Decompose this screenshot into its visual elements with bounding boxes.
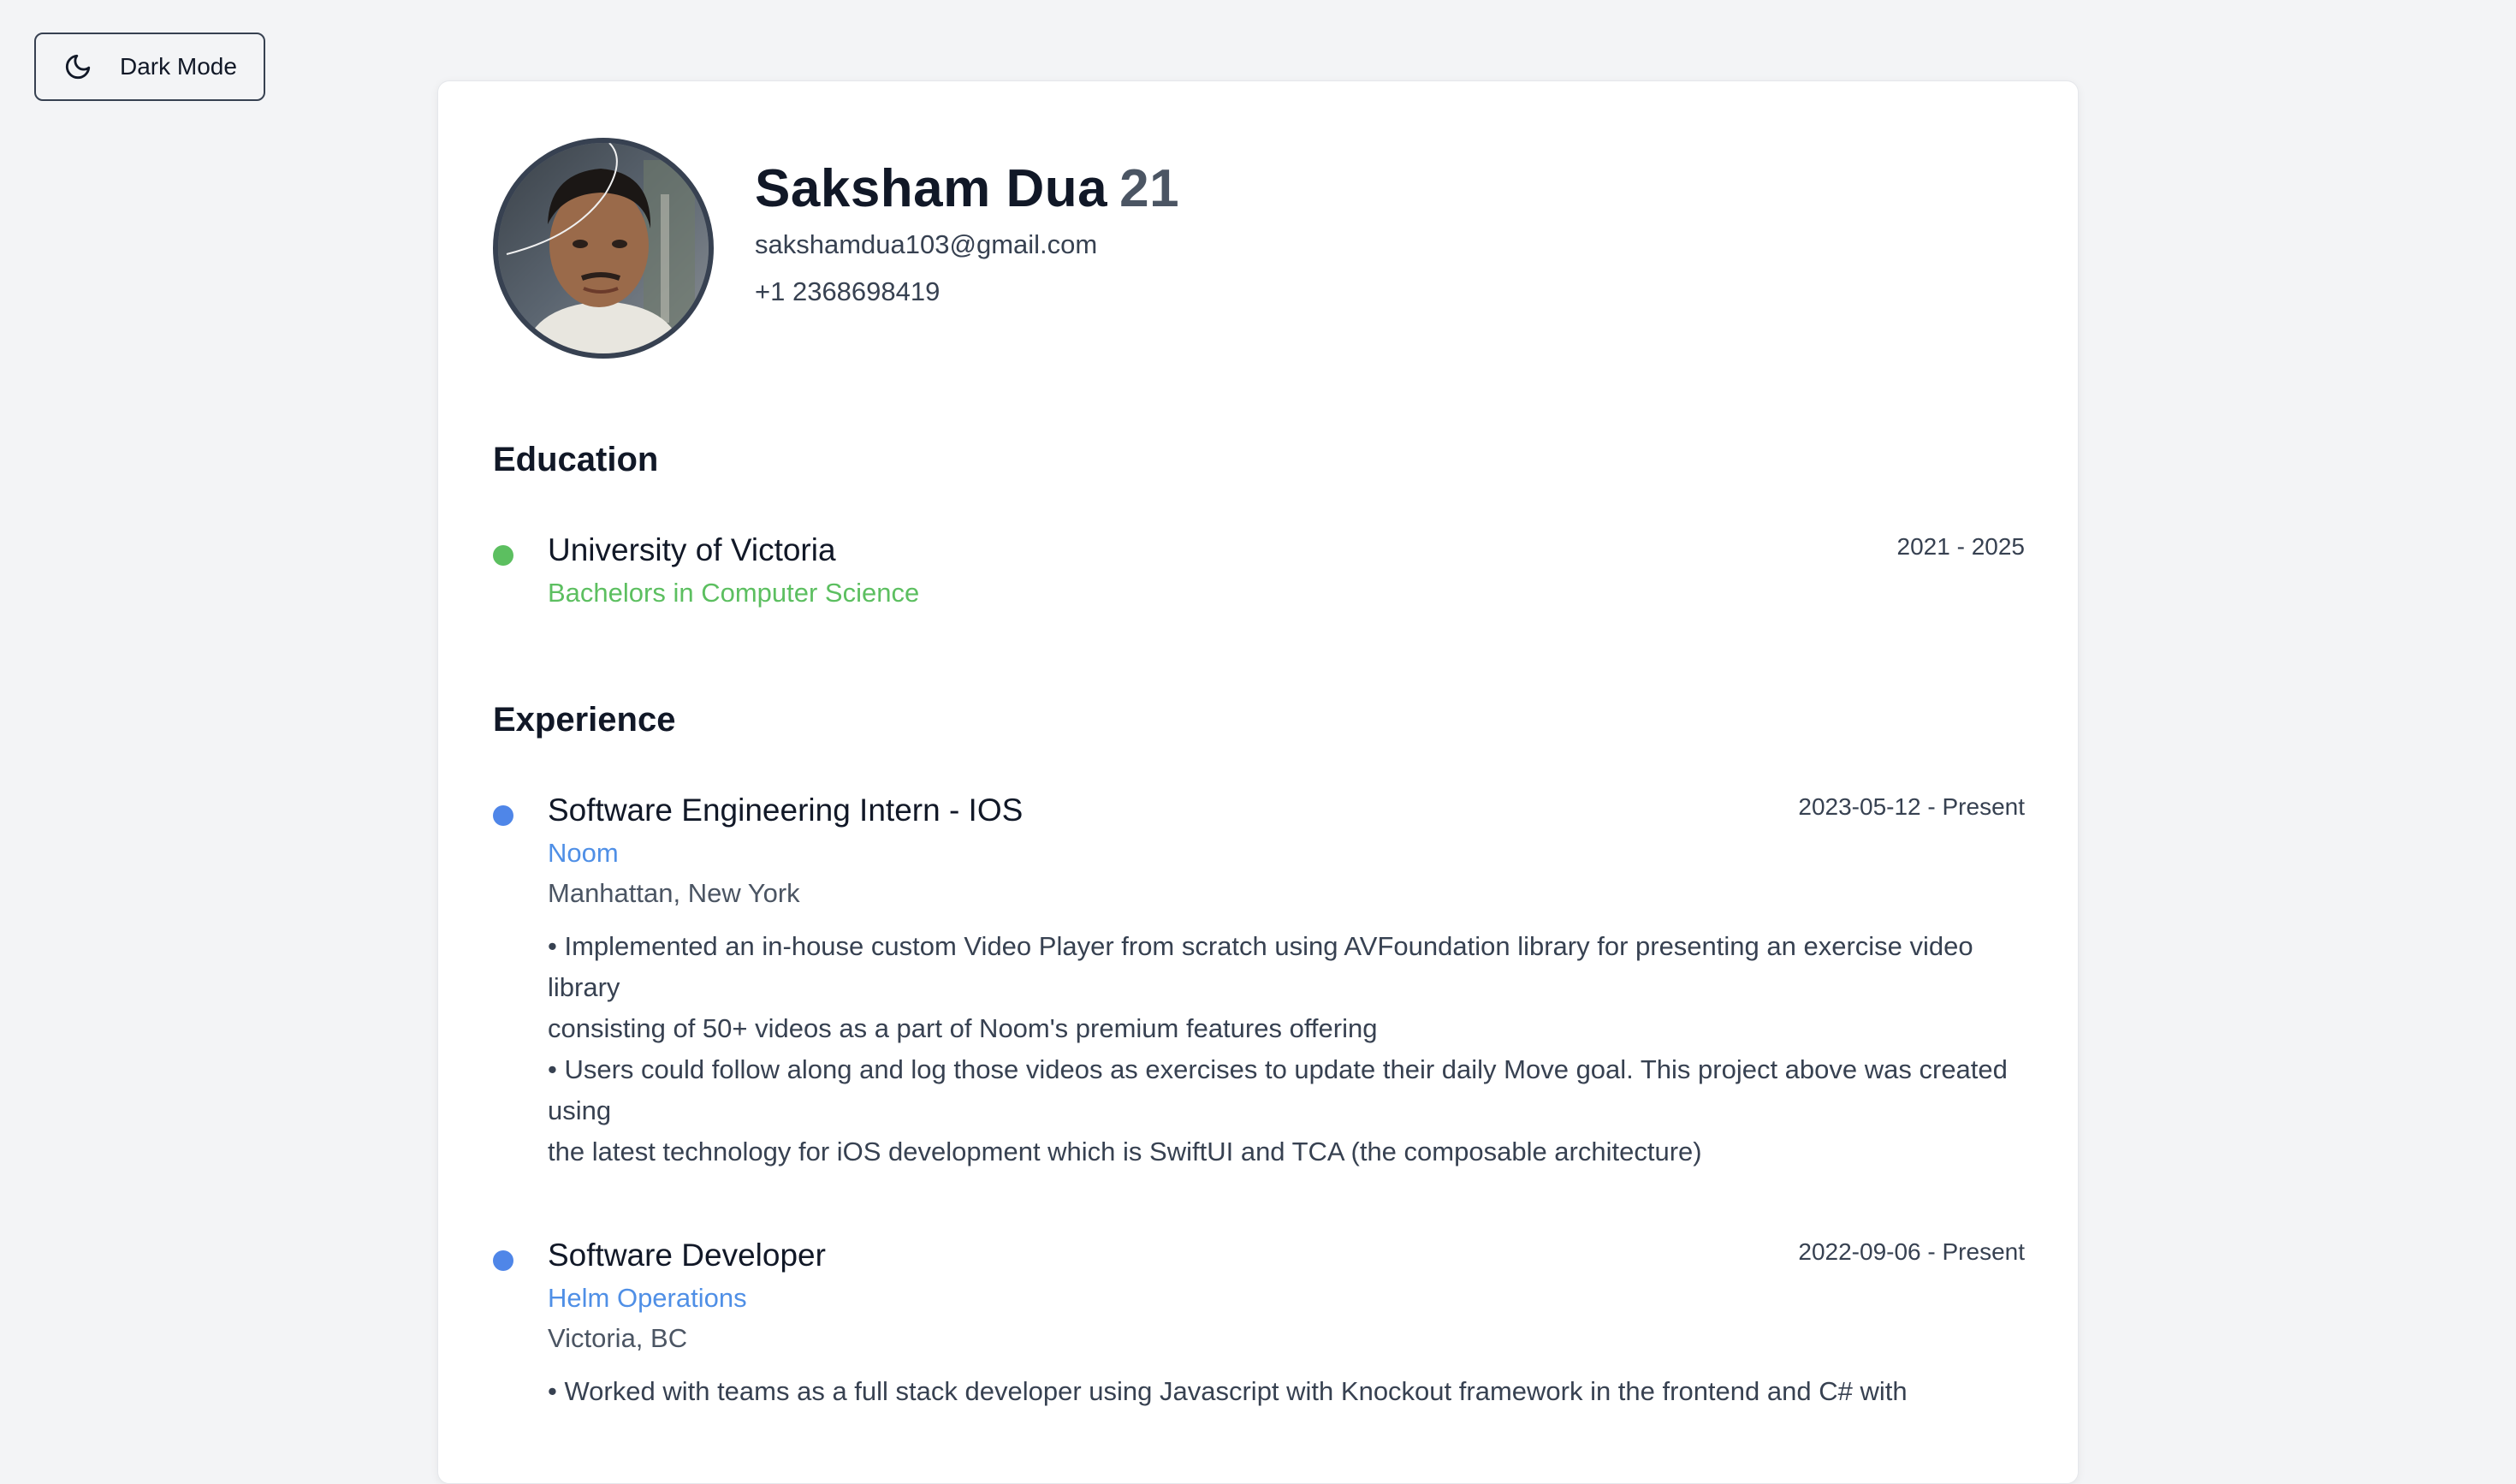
experience-dot [493, 805, 513, 826]
profile-name: Saksham Dua [755, 159, 1108, 218]
dark-mode-button[interactable]: Dark Mode [34, 33, 265, 101]
experience-dot [493, 1250, 513, 1271]
avatar [493, 138, 714, 359]
experience-dates: 2022-09-06 - Present [1798, 1238, 2025, 1265]
experience-item: 2023-05-12 - Present Software Engineerin… [493, 792, 2025, 1172]
experience-heading: Experience [493, 701, 676, 739]
profile-header: Saksham Dua 21 sakshamdua103@gmail.com +1… [493, 138, 1179, 359]
experience-item: 2022-09-06 - Present Software Developer … [493, 1237, 2025, 1412]
experience-description: • Worked with teams as a full stack deve… [548, 1375, 1908, 1406]
experience-company: Helm Operations [548, 1283, 747, 1314]
education-heading: Education [493, 441, 659, 478]
experience-location: Manhattan, New York [548, 877, 800, 908]
avatar-photo [498, 143, 709, 353]
experience-dates: 2023-05-12 - Present [1798, 793, 2025, 820]
profile-email: sakshamdua103@gmail.com [755, 229, 1098, 260]
education-school: University of Victoria [548, 532, 836, 567]
dark-mode-label: Dark Mode [120, 53, 237, 80]
resume-card: Saksham Dua 21 sakshamdua103@gmail.com +1… [437, 80, 2079, 1484]
moon-icon [63, 52, 92, 81]
profile-age: 21 [1119, 159, 1180, 218]
experience-company: Noom [548, 838, 619, 869]
experience-location: Victoria, BC [548, 1322, 688, 1353]
experience-description: • Implemented an in-house custom Video P… [548, 930, 2008, 1166]
profile-phone: +1 2368698419 [755, 276, 941, 307]
profile-name-line: Saksham Dua 21 [755, 158, 1179, 219]
education-item: 2021 - 2025 University of Victoria Bache… [493, 531, 2025, 611]
education-dot [493, 545, 513, 566]
education-dates: 2021 - 2025 [1896, 533, 2025, 560]
education-degree: Bachelors in Computer Science [548, 578, 920, 608]
profile-info: Saksham Dua 21 sakshamdua103@gmail.com +1… [755, 158, 1179, 305]
